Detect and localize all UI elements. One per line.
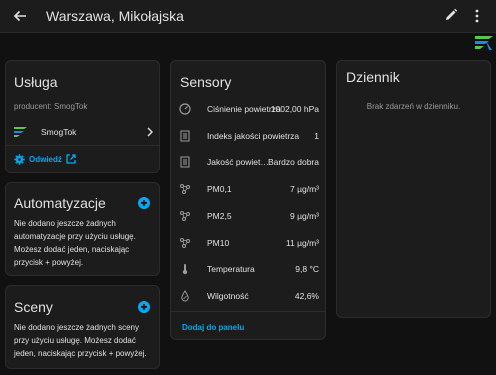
scenes-description: Nie dodano jeszcze żadnych sceny przy uż… bbox=[14, 323, 147, 358]
sensor-row[interactable]: Indeks jakości powietrza 1 bbox=[179, 129, 319, 143]
sensor-value: 7 µg/m³ bbox=[290, 184, 319, 194]
automations-title: Automatyzacje bbox=[14, 195, 106, 211]
device-link[interactable]: SmogTok bbox=[14, 125, 154, 139]
humidity-icon bbox=[179, 290, 191, 302]
service-title: Usługa bbox=[14, 74, 58, 90]
sensor-row[interactable]: PM10 11 µg/m³ bbox=[179, 236, 319, 250]
gauge-icon bbox=[179, 103, 191, 115]
list-icon bbox=[179, 130, 191, 142]
add-to-panel-button[interactable]: Dodaj do panelu bbox=[182, 323, 244, 332]
sensor-row[interactable]: Wilgotność 42,6% bbox=[179, 289, 319, 303]
sensor-row[interactable]: PM0,1 7 µg/m³ bbox=[179, 182, 319, 196]
molecule-icon bbox=[179, 237, 191, 249]
molecule-icon bbox=[179, 183, 191, 195]
visit-label: Odwiedź bbox=[29, 154, 62, 164]
device-name: SmogTok bbox=[41, 127, 77, 137]
sensor-value: 1 bbox=[314, 131, 319, 141]
arrow-left-icon[interactable] bbox=[12, 8, 28, 24]
sensors-card: Sensory Ciśnienie powietrza 1002,00 hPa … bbox=[170, 60, 326, 340]
divider bbox=[6, 145, 159, 146]
add-automation-button[interactable] bbox=[138, 197, 150, 209]
logbook-card: Dziennik Brak zdarzeń w dzienniku. bbox=[336, 60, 491, 318]
sensors-title: Sensory bbox=[180, 74, 232, 90]
sensor-name: Jakość powietrza bbox=[207, 157, 269, 167]
scenes-title: Sceny bbox=[14, 299, 53, 315]
sensor-name: PM10 bbox=[207, 238, 230, 248]
service-card: Usługa producent: SmogTok SmogTok Odwied… bbox=[5, 60, 160, 173]
brand-logo bbox=[474, 34, 494, 52]
list-icon bbox=[179, 156, 191, 168]
sensor-row[interactable]: PM2,5 9 µg/m³ bbox=[179, 209, 319, 223]
automations-card: Automatyzacje Nie dodano jeszcze żadnych… bbox=[5, 182, 160, 276]
sensor-name: Temperatura bbox=[207, 264, 255, 274]
producer-label: producent: SmogTok bbox=[14, 102, 88, 111]
add-scene-button[interactable] bbox=[138, 301, 150, 313]
scenes-card: Sceny Nie dodano jeszcze żadnych sceny p… bbox=[5, 285, 160, 369]
sensor-name: Wilgotność bbox=[207, 291, 249, 301]
dots-vertical-icon[interactable] bbox=[474, 8, 480, 24]
logbook-empty-text: Brak zdarzeń w dzienniku. bbox=[366, 102, 461, 111]
sensor-value: 9,8 °C bbox=[295, 264, 319, 274]
thermometer-icon bbox=[179, 263, 191, 275]
sensor-value: Bardzo dobra bbox=[267, 157, 319, 167]
open-in-new-icon bbox=[66, 154, 76, 164]
divider bbox=[171, 311, 325, 312]
sensor-name: PM0,1 bbox=[207, 184, 232, 194]
sensor-value: 11 µg/m³ bbox=[285, 238, 319, 248]
page-title: Warszawa, Mikołajska bbox=[46, 8, 184, 24]
smogtok-logo-icon bbox=[14, 125, 28, 139]
sensor-value: 1002,00 hPa bbox=[270, 104, 319, 114]
sensor-value: 42,6% bbox=[294, 291, 319, 301]
molecule-icon bbox=[179, 210, 191, 222]
gear-icon bbox=[14, 153, 25, 165]
sensor-row[interactable]: Jakość powietrza Bardzo dobra bbox=[179, 155, 319, 169]
sensor-row[interactable]: Ciśnienie powietrza 1002,00 hPa bbox=[179, 102, 319, 116]
sensor-row[interactable]: Temperatura 9,8 °C bbox=[179, 262, 319, 276]
visit-button[interactable]: Odwiedź bbox=[14, 152, 76, 166]
sensor-name: Indeks jakości powietrza bbox=[207, 131, 300, 141]
sensor-value: 9 µg/m³ bbox=[290, 211, 319, 221]
automations-description: Nie dodano jeszcze żadnych automatyzacje… bbox=[14, 219, 136, 267]
sensor-name: PM2,5 bbox=[207, 211, 232, 221]
top-app-bar: Warszawa, Mikołajska bbox=[0, 0, 496, 33]
chevron-right-icon bbox=[146, 127, 154, 137]
logbook-title: Dziennik bbox=[346, 69, 400, 85]
pencil-icon[interactable] bbox=[444, 8, 458, 22]
